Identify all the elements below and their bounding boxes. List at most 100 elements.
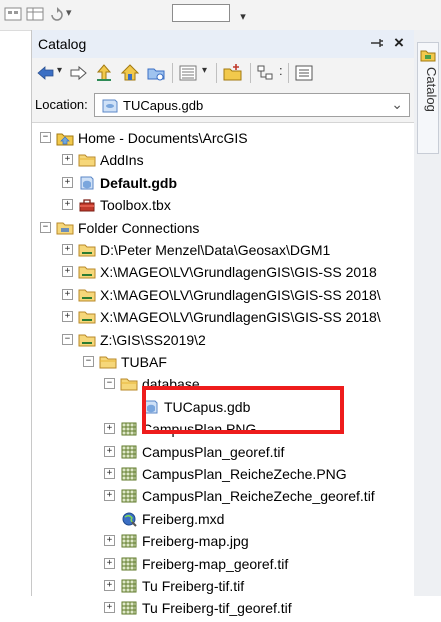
view-options-icon[interactable] xyxy=(178,63,200,83)
expand-toggle[interactable]: + xyxy=(62,199,73,211)
chevron-down-icon[interactable]: : xyxy=(279,63,283,78)
refresh-icon[interactable] xyxy=(48,7,66,21)
tree-node-label: Tu Freiberg-tif.tif xyxy=(142,578,245,594)
expand-toggle[interactable]: + xyxy=(104,445,115,457)
up-one-level-icon[interactable] xyxy=(94,63,114,83)
catalog-side-tab[interactable]: Catalog xyxy=(417,42,439,154)
tree-node[interactable]: + Freiberg-map.jpg xyxy=(32,530,415,552)
home-folder-icon xyxy=(56,130,74,146)
tree-node-label: Freiberg-map_georef.tif xyxy=(142,555,289,572)
expand-toggle[interactable]: + xyxy=(62,154,73,166)
tree-node-label: Freiberg.mxd xyxy=(142,510,225,527)
tree-node-label: Default.gdb xyxy=(100,174,177,191)
tree-node[interactable]: + AddIns xyxy=(32,149,415,171)
folder-icon xyxy=(120,376,138,392)
list-view-icon[interactable] xyxy=(294,63,316,83)
catalog-icon xyxy=(420,50,436,62)
tree-node[interactable]: − TUBAF xyxy=(32,351,415,373)
catalog-tree: − Home - Documents\ArcGIS + AddIns + Default.… xyxy=(32,122,415,616)
raster-icon xyxy=(120,466,138,482)
tree-node[interactable]: + CampusPlan_georef.tif xyxy=(32,441,415,463)
tree-node[interactable]: + Tu Freiberg-tif_georef.tif xyxy=(32,597,415,619)
tree-node[interactable]: + Tu Freiberg-tif.tif xyxy=(32,575,415,597)
folder-icon xyxy=(99,354,117,370)
folder-connection-icon xyxy=(78,309,96,325)
collapse-toggle[interactable]: − xyxy=(40,221,51,233)
folder-icon xyxy=(78,152,96,168)
tree-node[interactable]: + X:\MAGEO\LV\GrundlagenGIS\GIS-SS 2018\ xyxy=(32,284,415,306)
collapse-toggle[interactable]: − xyxy=(104,378,115,390)
chevron-down-icon[interactable]: ▾ xyxy=(57,65,62,76)
expand-toggle[interactable]: + xyxy=(62,311,73,323)
tree-node-label: CampusPlan_georef.tif xyxy=(142,443,285,460)
new-folder-icon[interactable] xyxy=(222,63,244,83)
location-bar: Location: TUCapus.gdb ⌄ xyxy=(32,88,415,122)
collapse-toggle[interactable]: − xyxy=(40,132,51,143)
raster-icon xyxy=(120,421,138,437)
catalog-panel: Catalog × ▾ ▾: Location: TUCapus.gdb ⌄ … xyxy=(31,30,415,616)
geodatabase-icon xyxy=(102,99,118,113)
connect-folder-icon[interactable] xyxy=(146,63,166,83)
scale-input[interactable] xyxy=(172,4,230,22)
tree-node[interactable]: + Freiberg-map_georef.tif xyxy=(32,553,415,575)
tree-node[interactable]: + X:\MAGEO\LV\GrundlagenGIS\GIS-SS 2018 xyxy=(32,261,415,283)
expand-toggle[interactable]: + xyxy=(104,490,115,502)
raster-icon xyxy=(120,578,138,594)
expand-toggle[interactable]: + xyxy=(104,423,115,435)
tree-node-label: Toolbox.tbx xyxy=(100,197,171,214)
table-icon[interactable] xyxy=(26,7,44,21)
tree-node[interactable]: − Z:\GIS\SS2019\2 xyxy=(32,329,415,351)
expand-toggle[interactable]: + xyxy=(62,176,73,188)
folder-connection-icon xyxy=(78,332,96,348)
folder-connection-icon xyxy=(78,264,96,280)
highlight-box xyxy=(142,386,344,434)
chevron-down-icon[interactable]: ⌄ xyxy=(391,96,403,113)
tree-node[interactable]: − Home - Documents\ArcGIS xyxy=(32,127,415,149)
tree-node-label: X:\MAGEO\LV\GrundlagenGIS\GIS-SS 2018 xyxy=(100,264,377,281)
tree-node[interactable]: + D:\Peter Menzel\Data\Geosax\DGM1 xyxy=(32,239,415,261)
pin-icon[interactable] xyxy=(370,36,384,53)
tree-node[interactable]: Freiberg.mxd xyxy=(32,508,415,530)
tree-node[interactable]: + Default.gdb xyxy=(32,172,415,194)
expand-toggle[interactable]: + xyxy=(104,602,115,614)
expand-toggle[interactable]: + xyxy=(104,580,115,591)
toggle-contents-icon[interactable] xyxy=(256,63,278,83)
geodatabase-icon xyxy=(78,175,96,191)
back-arrow-icon[interactable] xyxy=(36,63,56,83)
chevron-down-icon[interactable]: ▾ xyxy=(66,6,72,19)
tree-node[interactable]: + X:\MAGEO\LV\GrundlagenGIS\GIS-SS 2018\ xyxy=(32,306,415,328)
tree-node[interactable]: − Folder Connections xyxy=(32,217,415,239)
folder-connections-icon xyxy=(56,220,74,236)
close-icon[interactable]: × xyxy=(394,33,404,53)
tree-node[interactable]: + CampusPlan_ReicheZeche_georef.tif xyxy=(32,485,415,507)
expand-toggle[interactable]: + xyxy=(104,535,115,547)
folder-connection-icon xyxy=(78,242,96,258)
location-combobox[interactable]: TUCapus.gdb ⌄ xyxy=(94,93,410,117)
top-toolbar: ▾ ▾ xyxy=(0,0,441,31)
tree-node[interactable]: + Toolbox.tbx xyxy=(32,194,415,216)
tree-node-label: X:\MAGEO\LV\GrundlagenGIS\GIS-SS 2018\ xyxy=(100,309,381,326)
forward-arrow-icon[interactable] xyxy=(68,63,88,83)
tree-node-label: AddIns xyxy=(100,152,144,169)
chevron-down-icon[interactable]: ▾ xyxy=(236,10,250,24)
tree-node-label: X:\MAGEO\LV\GrundlagenGIS\GIS-SS 2018\ xyxy=(100,286,381,303)
collapse-toggle[interactable]: − xyxy=(83,356,94,367)
layout-icon[interactable] xyxy=(4,7,22,21)
expand-toggle[interactable]: + xyxy=(104,557,115,569)
tree-node-label: TUBAF xyxy=(121,354,167,370)
expand-toggle[interactable]: + xyxy=(62,244,73,255)
expand-toggle[interactable]: + xyxy=(104,468,115,479)
catalog-toolbar: ▾ ▾ : xyxy=(32,58,415,89)
location-label: Location: xyxy=(35,97,88,112)
raster-icon xyxy=(120,556,138,572)
location-value: TUCapus.gdb xyxy=(123,98,204,113)
tree-node[interactable]: + CampusPlan_ReicheZeche.PNG xyxy=(32,463,415,485)
raster-icon xyxy=(120,444,138,460)
tree-node-label: Tu Freiberg-tif_georef.tif xyxy=(142,600,292,617)
expand-toggle[interactable]: + xyxy=(62,288,73,300)
chevron-down-icon[interactable]: ▾ xyxy=(202,65,207,76)
collapse-toggle[interactable]: − xyxy=(62,333,73,345)
home-icon[interactable] xyxy=(120,63,140,83)
expand-toggle[interactable]: + xyxy=(62,266,73,278)
raster-icon xyxy=(120,533,138,549)
